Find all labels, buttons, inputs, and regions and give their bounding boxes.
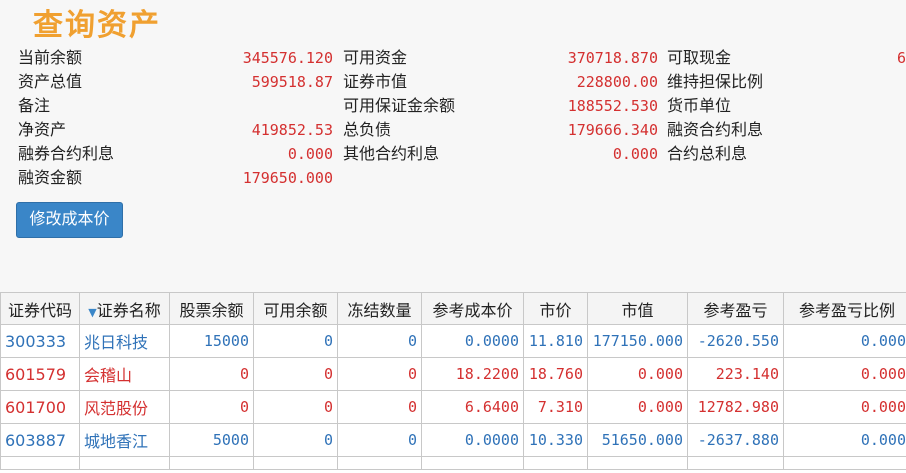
page-title: 查询资产 xyxy=(33,8,161,43)
summary-label-securities-value: 证券市值 xyxy=(343,72,408,91)
asset-summary: 当前余额 345576.120 资产总值 599518.87 备注 净资产 41… xyxy=(0,46,906,196)
summary-label-maintenance-ratio: 维持担保比例 xyxy=(667,72,764,91)
summary-label-remark: 备注 xyxy=(18,96,51,115)
cell-available-balance: 0 xyxy=(253,357,338,391)
header-ref-pnl[interactable]: 参考盈亏 xyxy=(687,292,784,325)
header-market-price[interactable]: 市价 xyxy=(523,292,588,325)
summary-label-total-assets: 资产总值 xyxy=(18,72,83,91)
summary-value-securities-value: 228800.00 xyxy=(576,73,658,91)
table-row[interactable]: 603887 城地香江 5000 0 0 0.0000 10.330 51650… xyxy=(0,423,906,457)
cell-stock-balance: 0 xyxy=(169,390,254,424)
cell-ref-cost: 6.6400 xyxy=(421,390,524,424)
header-ref-pnl-ratio[interactable]: 参考盈亏比例 xyxy=(783,292,906,325)
summary-label-net-assets: 净资产 xyxy=(18,120,67,139)
cell-stock-balance: 0 xyxy=(169,357,254,391)
cell-name: 风范股份 xyxy=(79,390,170,424)
cell-ref-pnl-ratio: 0.000 xyxy=(783,390,906,424)
cell-name: 会稽山 xyxy=(79,357,170,391)
summary-value-other-interest: 0.000 xyxy=(612,145,658,163)
cell-available-balance: 0 xyxy=(253,324,338,358)
cell-market-value: 177150.000 xyxy=(587,324,688,358)
cell-name: 城地香江 xyxy=(79,423,170,457)
summary-value-remark xyxy=(200,94,333,118)
header-code[interactable]: 证券代码 xyxy=(0,292,80,325)
summary-label-withdrawable-cash: 可取现金 xyxy=(667,48,732,67)
header-name[interactable]: ▼证券名称 xyxy=(79,292,170,325)
cell-ref-pnl: 223.140 xyxy=(687,357,784,391)
summary-value-total-liabilities: 179666.340 xyxy=(567,121,658,139)
cell-stock-balance: 15000 xyxy=(169,324,254,358)
cell-ref-pnl-ratio: 0.000 xyxy=(783,423,906,457)
summary-label-total-interest: 合约总利息 xyxy=(667,144,748,163)
cell-market-price: 18.760 xyxy=(523,357,588,391)
summary-value-withdrawable-cash: 6 xyxy=(896,49,906,67)
table-header-row: 证券代码 ▼证券名称 股票余额 可用余额 冻结数量 参考成本价 市价 市值 参考… xyxy=(0,292,906,325)
summary-label-total-liabilities: 总负债 xyxy=(343,120,392,139)
table-row[interactable]: 601579 会稽山 0 0 0 18.2200 18.760 0.000 22… xyxy=(0,357,906,391)
summary-value-total-assets: 599518.87 xyxy=(251,73,333,91)
summary-label-currency-unit: 货币单位 xyxy=(667,96,732,115)
cell-ref-cost: 0.0000 xyxy=(421,324,524,358)
cell-frozen-qty: 0 xyxy=(337,357,422,391)
table-row-empty xyxy=(0,456,906,470)
cell-ref-pnl: -2620.550 xyxy=(687,324,784,358)
cell-ref-pnl: 12782.980 xyxy=(687,390,784,424)
summary-label-other-interest: 其他合约利息 xyxy=(343,144,440,163)
cell-frozen-qty: 0 xyxy=(337,324,422,358)
cell-ref-pnl-ratio: 0.000 xyxy=(783,324,906,358)
summary-value-short-interest: 0.000 xyxy=(287,145,333,163)
cell-market-price: 7.310 xyxy=(523,390,588,424)
cell-code: 603887 xyxy=(0,423,80,457)
table-row[interactable]: 300333 兆日科技 15000 0 0 0.0000 11.810 1771… xyxy=(0,324,906,358)
header-available-balance[interactable]: 可用余额 xyxy=(253,292,338,325)
summary-label-available-margin: 可用保证金余额 xyxy=(343,96,456,115)
summary-label-current-balance: 当前余额 xyxy=(18,48,83,67)
sort-desc-icon: ▼ xyxy=(88,305,97,319)
positions-table: 证券代码 ▼证券名称 股票余额 可用余额 冻结数量 参考成本价 市价 市值 参考… xyxy=(0,292,906,473)
table-row[interactable]: 601700 风范股份 0 0 0 6.6400 7.310 0.000 127… xyxy=(0,390,906,424)
cell-available-balance: 0 xyxy=(253,390,338,424)
summary-label-available-funds: 可用资金 xyxy=(343,48,408,67)
cell-ref-cost: 0.0000 xyxy=(421,423,524,457)
summary-label-short-interest: 融券合约利息 xyxy=(18,144,115,163)
cell-market-price: 11.810 xyxy=(523,324,588,358)
summary-value-net-assets: 419852.53 xyxy=(251,121,333,139)
summary-value-available-margin: 188552.530 xyxy=(567,97,658,115)
cell-market-value: 0.000 xyxy=(587,390,688,424)
cell-code: 601700 xyxy=(0,390,80,424)
cell-name: 兆日科技 xyxy=(79,324,170,358)
cell-code: 300333 xyxy=(0,324,80,358)
cell-code: 601579 xyxy=(0,357,80,391)
summary-value-margin-amount: 179650.000 xyxy=(242,169,333,187)
cell-frozen-qty: 0 xyxy=(337,390,422,424)
cell-market-price: 10.330 xyxy=(523,423,588,457)
cell-market-value: 51650.000 xyxy=(587,423,688,457)
header-ref-cost[interactable]: 参考成本价 xyxy=(421,292,524,325)
summary-label-margin-interest: 融资合约利息 xyxy=(667,120,764,139)
cell-ref-cost: 18.2200 xyxy=(421,357,524,391)
cell-available-balance: 0 xyxy=(253,423,338,457)
cell-ref-pnl-ratio: 0.000 xyxy=(783,357,906,391)
header-market-value[interactable]: 市值 xyxy=(587,292,688,325)
summary-value-current-balance: 345576.120 xyxy=(242,49,333,67)
edit-cost-button[interactable]: 修改成本价 xyxy=(16,202,123,238)
summary-label-margin-amount: 融资金额 xyxy=(18,168,83,187)
summary-value-available-funds: 370718.870 xyxy=(567,49,658,67)
cell-market-value: 0.000 xyxy=(587,357,688,391)
cell-stock-balance: 5000 xyxy=(169,423,254,457)
header-stock-balance[interactable]: 股票余额 xyxy=(169,292,254,325)
header-frozen-qty[interactable]: 冻结数量 xyxy=(337,292,422,325)
cell-frozen-qty: 0 xyxy=(337,423,422,457)
cell-ref-pnl: -2637.880 xyxy=(687,423,784,457)
